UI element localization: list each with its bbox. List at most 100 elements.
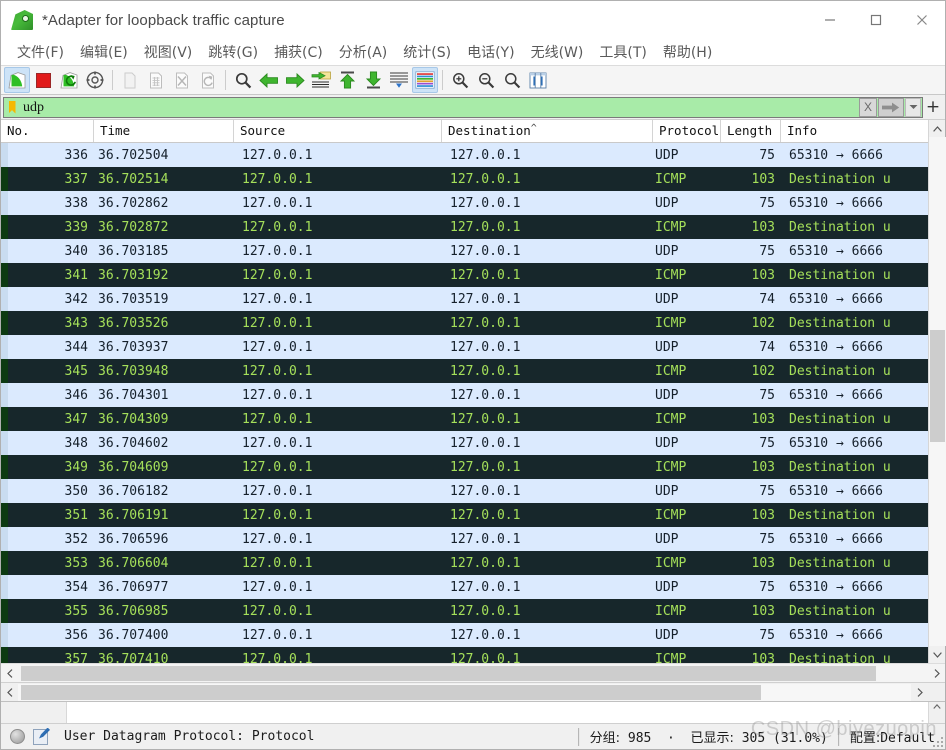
scroll-up-icon[interactable] — [929, 120, 946, 137]
table-row[interactable]: 33936.702872127.0.0.1127.0.0.1ICMP103Des… — [1, 215, 928, 239]
column-header-destination[interactable]: Destination^ — [442, 120, 653, 142]
table-row[interactable]: 35536.706985127.0.0.1127.0.0.1ICMP103Des… — [1, 599, 928, 623]
scroll-left-icon[interactable] — [1, 684, 18, 701]
table-row[interactable]: 35336.706604127.0.0.1127.0.0.1ICMP103Des… — [1, 551, 928, 575]
menu-edit[interactable]: 编辑(E) — [72, 40, 136, 64]
menu-analyze[interactable]: 分析(A) — [331, 40, 396, 64]
cell-no: 349 — [8, 460, 94, 475]
scroll-down-icon[interactable] — [929, 646, 946, 663]
stop-capture-icon[interactable] — [30, 67, 56, 93]
zoom-out-icon[interactable] — [473, 67, 499, 93]
packet-list-horizontal-scrollbar[interactable] — [1, 663, 945, 682]
menu-file[interactable]: 文件(F) — [9, 40, 72, 64]
table-row[interactable]: 35736.707410127.0.0.1127.0.0.1ICMP103Des… — [1, 647, 928, 663]
column-header-time[interactable]: Time — [94, 120, 234, 142]
packet-detail-body[interactable] — [67, 702, 928, 723]
go-forward-icon[interactable] — [282, 67, 308, 93]
horizontal-scroll-track[interactable] — [18, 665, 928, 682]
column-header-source[interactable]: Source — [234, 120, 442, 142]
table-row[interactable]: 34336.703526127.0.0.1127.0.0.1ICMP102Des… — [1, 311, 928, 335]
window-horizontal-scrollbar[interactable] — [1, 682, 945, 701]
packet-list-header: No. Time Source Destination^ Protocol Le… — [1, 120, 928, 143]
close-icon[interactable] — [899, 1, 945, 39]
scroll-left-icon[interactable] — [1, 665, 18, 682]
resize-columns-icon[interactable] — [525, 67, 551, 93]
horizontal-scroll-track[interactable] — [18, 684, 911, 701]
table-row[interactable]: 35036.706182127.0.0.1127.0.0.1UDP7565310… — [1, 479, 928, 503]
menu-tools[interactable]: 工具(T) — [591, 40, 654, 64]
table-row[interactable]: 35436.706977127.0.0.1127.0.0.1UDP7565310… — [1, 575, 928, 599]
display-filter-input[interactable]: udp X — [3, 97, 923, 118]
packet-list-vertical-scrollbar[interactable] — [928, 120, 945, 663]
table-row[interactable]: 34636.704301127.0.0.1127.0.0.1UDP7565310… — [1, 383, 928, 407]
menu-go[interactable]: 跳转(G) — [200, 40, 266, 64]
auto-scroll-icon[interactable] — [386, 67, 412, 93]
row-marker — [1, 431, 8, 455]
column-header-info[interactable]: Info — [781, 120, 928, 142]
table-row[interactable]: 33836.702862127.0.0.1127.0.0.1UDP7565310… — [1, 191, 928, 215]
profile-indicator[interactable]: 配置:Default — [850, 727, 935, 746]
table-row[interactable]: 33636.702504127.0.0.1127.0.0.1UDP7565310… — [1, 143, 928, 167]
cell-info: 65310 → 6666 — [781, 436, 928, 451]
menu-view[interactable]: 视图(V) — [136, 40, 201, 64]
go-to-packet-icon[interactable] — [308, 67, 334, 93]
table-row[interactable]: 35636.707400127.0.0.1127.0.0.1UDP7565310… — [1, 623, 928, 647]
chevron-down-icon[interactable] — [905, 98, 921, 117]
cell-no: 350 — [8, 484, 94, 499]
profile-label: 配置: — [850, 731, 880, 746]
table-row[interactable]: 34436.703937127.0.0.1127.0.0.1UDP7465310… — [1, 335, 928, 359]
table-row[interactable]: 34236.703519127.0.0.1127.0.0.1UDP7465310… — [1, 287, 928, 311]
horizontal-scroll-thumb[interactable] — [21, 685, 761, 700]
menu-help[interactable]: 帮助(H) — [655, 40, 720, 64]
menu-capture[interactable]: 捕获(C) — [266, 40, 331, 64]
start-capture-icon[interactable] — [4, 67, 30, 93]
zoom-reset-icon[interactable] — [499, 67, 525, 93]
menu-statistics[interactable]: 统计(S) — [395, 40, 459, 64]
cell-time: 36.702504 — [94, 148, 234, 163]
table-row[interactable]: 35236.706596127.0.0.1127.0.0.1UDP7565310… — [1, 527, 928, 551]
cell-length: 75 — [721, 388, 781, 403]
maximize-icon[interactable] — [853, 1, 899, 39]
minimize-icon[interactable] — [807, 1, 853, 39]
find-packet-icon[interactable] — [230, 67, 256, 93]
table-row[interactable]: 34036.703185127.0.0.1127.0.0.1UDP7565310… — [1, 239, 928, 263]
menu-telephony[interactable]: 电话(Y) — [459, 40, 522, 64]
scroll-right-icon[interactable] — [911, 684, 928, 701]
resize-grip-icon[interactable] — [931, 735, 943, 747]
go-back-icon[interactable] — [256, 67, 282, 93]
table-row[interactable]: 34136.703192127.0.0.1127.0.0.1ICMP103Des… — [1, 263, 928, 287]
table-row[interactable]: 35136.706191127.0.0.1127.0.0.1ICMP103Des… — [1, 503, 928, 527]
vertical-scroll-thumb[interactable] — [930, 330, 945, 442]
colorize-packets-icon[interactable] — [412, 67, 438, 93]
table-row[interactable]: 34536.703948127.0.0.1127.0.0.1ICMP102Des… — [1, 359, 928, 383]
go-to-last-packet-icon[interactable] — [360, 67, 386, 93]
bookmark-icon[interactable] — [4, 98, 20, 117]
column-header-length[interactable]: Length — [721, 120, 781, 142]
horizontal-scroll-thumb[interactable] — [21, 666, 876, 681]
column-header-protocol[interactable]: Protocol — [653, 120, 721, 142]
table-row[interactable]: 34836.704602127.0.0.1127.0.0.1UDP7565310… — [1, 431, 928, 455]
go-to-first-packet-icon[interactable] — [334, 67, 360, 93]
cell-destination: 127.0.0.1 — [442, 604, 653, 619]
add-filter-button-icon[interactable]: + — [923, 97, 943, 117]
table-row[interactable]: 33736.702514127.0.0.1127.0.0.1ICMP103Des… — [1, 167, 928, 191]
cell-source: 127.0.0.1 — [234, 436, 442, 451]
display-filter-value[interactable]: udp — [20, 98, 859, 117]
packet-detail-pane[interactable] — [1, 701, 945, 723]
packet-list-rows[interactable]: 33636.702504127.0.0.1127.0.0.1UDP7565310… — [1, 143, 928, 663]
packet-detail-vertical-scrollbar[interactable] — [928, 702, 945, 723]
capture-options-icon[interactable] — [82, 67, 108, 93]
menu-wireless[interactable]: 无线(W) — [523, 40, 592, 64]
apply-filter-icon[interactable] — [878, 98, 904, 117]
zoom-in-icon[interactable] — [447, 67, 473, 93]
table-row[interactable]: 34736.704309127.0.0.1127.0.0.1ICMP103Des… — [1, 407, 928, 431]
expert-info-circle-icon[interactable] — [10, 729, 25, 744]
vertical-scroll-track[interactable] — [929, 137, 946, 646]
clear-filter-icon[interactable]: X — [859, 98, 877, 117]
scroll-right-icon[interactable] — [928, 665, 945, 682]
capture-comment-icon[interactable] — [33, 729, 48, 745]
restart-capture-icon[interactable] — [56, 67, 82, 93]
cell-info: 65310 → 6666 — [781, 196, 928, 211]
table-row[interactable]: 34936.704609127.0.0.1127.0.0.1ICMP103Des… — [1, 455, 928, 479]
column-header-no[interactable]: No. — [1, 120, 94, 142]
